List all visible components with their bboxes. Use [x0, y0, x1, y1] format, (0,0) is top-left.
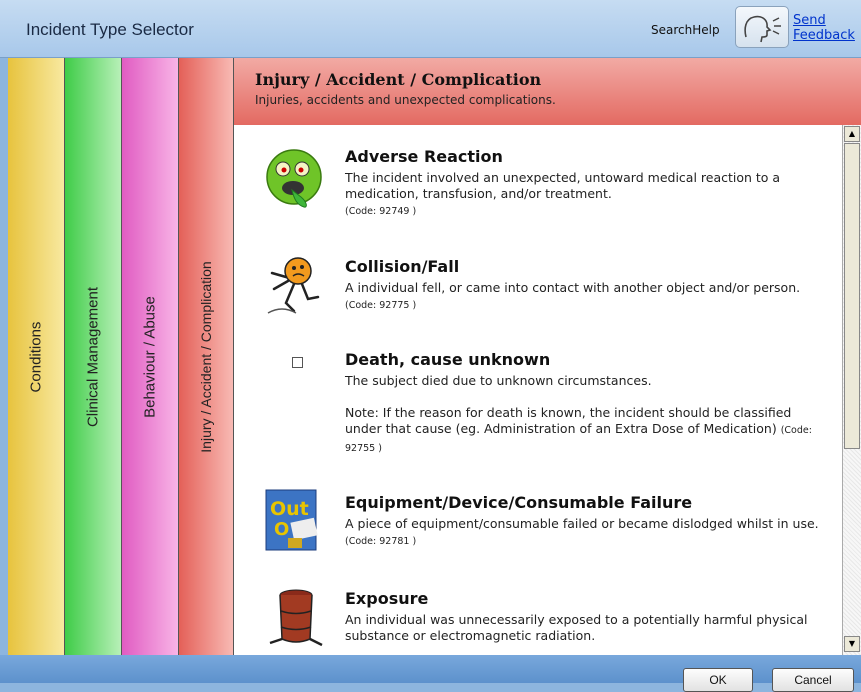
item-description-text: A piece of equipment/consumable failed o… [345, 516, 819, 531]
svg-text:Out: Out [270, 498, 309, 520]
section-subtitle: Injuries, accidents and unexpected compl… [255, 93, 556, 107]
category-tabs: Conditions Clinical Management Behaviour… [8, 58, 234, 655]
title-bar: Incident Type Selector SearchHelp Send F… [0, 0, 861, 58]
tab-label: Injury / Accident / Complication [198, 260, 214, 453]
item-name: Equipment/Device/Consumable Failure [345, 493, 693, 512]
cancel-button[interactable]: Cancel [772, 668, 854, 692]
item-name: Adverse Reaction [345, 147, 503, 166]
tab-label: Behaviour / Abuse [141, 295, 159, 418]
ok-button[interactable]: OK [683, 668, 753, 692]
item-description: The subject died due to unknown circumst… [345, 373, 830, 457]
item-description-text: The incident involved an unexpected, unt… [345, 170, 781, 201]
item-description: A individual fell, or came into contact … [345, 280, 830, 314]
feedback-link-line2: Feedback [793, 28, 855, 43]
toxic-barrel-icon [264, 585, 328, 653]
item-note: Note: If the reason for death is known, … [345, 405, 792, 436]
speaking-head-help-button[interactable] [735, 6, 789, 48]
item-description-text: A individual fell, or came into contact … [345, 280, 801, 295]
broken-image-icon [292, 354, 304, 368]
item-description: A piece of equipment/consumable failed o… [345, 516, 830, 550]
item-name: Death, cause unknown [345, 350, 551, 369]
section-header: Injury / Accident / Complication Injurie… [234, 58, 861, 125]
out-of-order-sign-icon: Out O [264, 488, 328, 556]
incident-type-list: Adverse Reaction The incident involved a… [234, 125, 842, 655]
feedback-link-line1: Send [793, 13, 826, 28]
scroll-thumb[interactable] [844, 143, 860, 449]
bottom-button-bar: OK Cancel [0, 655, 861, 692]
tab-label: Clinical Management [84, 286, 102, 427]
item-code: (Code: 92775 ) [345, 300, 417, 311]
speaking-head-icon [744, 15, 781, 43]
section-title: Injury / Accident / Complication [255, 70, 542, 89]
item-name: Collision/Fall [345, 257, 460, 276]
window-title: Incident Type Selector [26, 20, 194, 39]
scroll-down-arrow-icon[interactable]: ▼ [844, 636, 860, 652]
tab-behaviour-abuse[interactable]: Behaviour / Abuse [122, 58, 179, 655]
scroll-up-arrow-icon[interactable]: ▲ [844, 126, 860, 142]
tab-clinical-management[interactable]: Clinical Management [65, 58, 122, 655]
falling-figure-icon [264, 251, 328, 319]
tab-label: Conditions [27, 321, 45, 392]
item-name: Exposure [345, 589, 429, 608]
send-feedback-link[interactable]: Send Feedback [793, 13, 855, 43]
tab-injury-accident-complication[interactable]: Injury / Accident / Complication [179, 58, 234, 655]
search-help-label: SearchHelp [651, 23, 720, 37]
item-description: The incident involved an unexpected, unt… [345, 170, 830, 220]
item-code: (Code: 92781 ) [345, 536, 417, 547]
svg-text:O: O [274, 519, 289, 540]
list-scrollbar[interactable]: ▲ ▼ [842, 125, 861, 655]
item-description-text: The subject died due to unknown circumst… [345, 373, 652, 388]
tab-conditions[interactable]: Conditions [8, 58, 65, 655]
sick-face-icon [264, 147, 328, 215]
item-description: An individual was unnecessarily exposed … [345, 612, 808, 643]
item-code: (Code: 92749 ) [345, 206, 417, 217]
